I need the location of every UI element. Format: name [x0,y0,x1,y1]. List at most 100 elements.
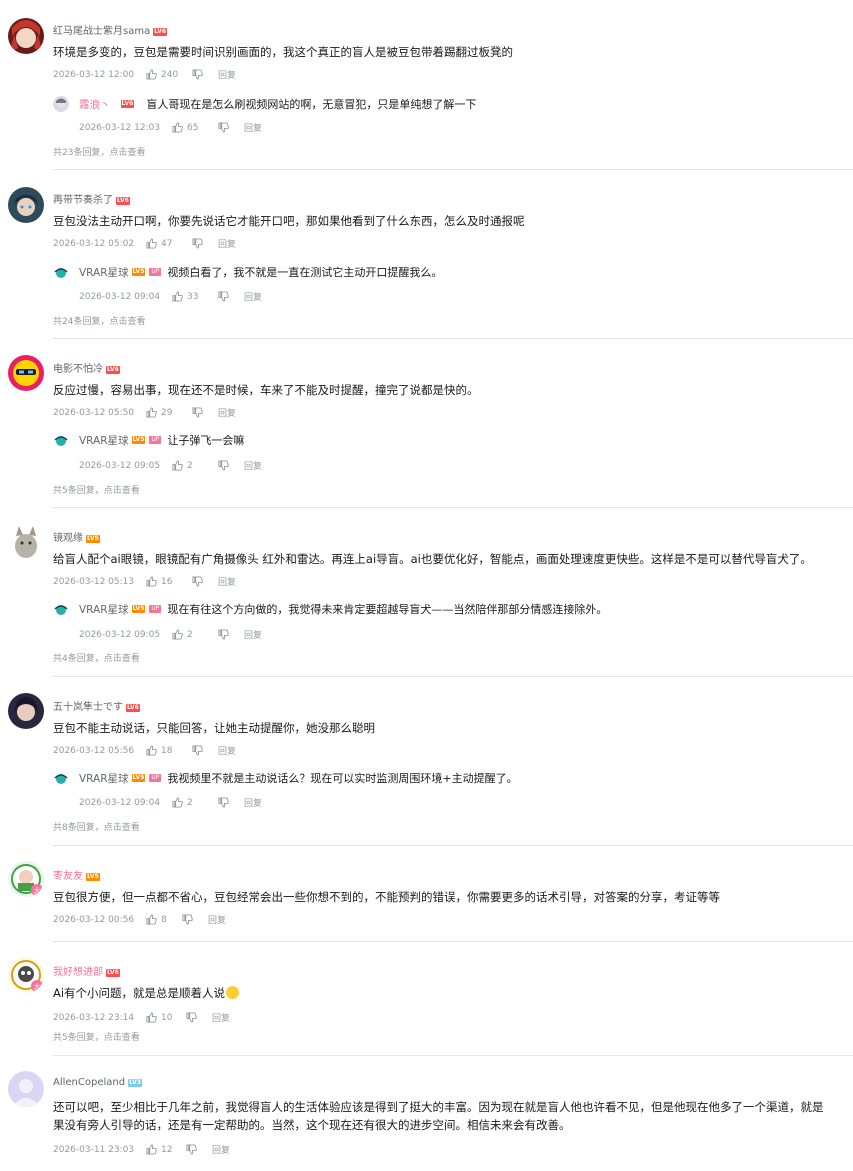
level-badge: LV6 [120,100,135,108]
dislike-button[interactable] [218,460,244,471]
divider [53,676,853,677]
dislike-button[interactable] [218,291,244,302]
reply-button[interactable]: 回复 [244,121,262,134]
like-button[interactable]: 2 [172,629,218,640]
thumbs-up-icon [146,407,157,418]
dislike-button[interactable] [182,914,208,925]
like-button[interactable]: 2 [172,797,218,808]
avatar[interactable] [8,1071,44,1107]
dislike-button[interactable] [218,629,244,640]
thumbs-down-icon [192,238,203,249]
thumbs-up-icon [172,122,183,133]
dislike-button[interactable] [192,576,218,587]
view-more-replies[interactable]: 共8条回复，点击查看 [53,820,140,833]
like-button[interactable]: 2 [172,460,218,471]
svg-text:大: 大 [34,886,41,895]
thumbs-up-icon [172,460,183,471]
like-count: 240 [161,69,179,80]
like-button[interactable]: 33 [172,291,218,302]
reply-button[interactable]: 回复 [244,628,262,641]
divider [53,169,853,170]
reply-button[interactable]: 回复 [218,406,236,419]
reply-username[interactable]: 霧浪丶 [79,97,111,112]
username-text[interactable]: 再带节奏杀了 [53,195,113,206]
reply-button[interactable]: 回复 [218,237,236,250]
username[interactable]: AllenCopeland LV3 [53,1077,142,1088]
username-text[interactable]: 电影不怕冷 [53,364,103,375]
like-button[interactable]: 8 [146,914,182,925]
username[interactable]: 红马尾战士紫月sama LV6 [53,22,168,37]
username-text[interactable]: 五十岚隼士です [53,702,123,713]
comment-text: 豆包没法主动开口啊，你要先说话它才能开口吧，那如果他看到了什么东西，怎么及时通报… [53,214,525,228]
avatar[interactable] [8,524,44,560]
comment-time: 2026-03-12 05:56 [53,745,135,756]
avatar[interactable] [8,693,44,729]
username[interactable]: 镜观缘 LV5 [53,529,100,544]
avatar[interactable] [8,18,44,54]
avatar[interactable] [8,187,44,223]
thumbs-down-icon [192,745,203,756]
avatar[interactable]: 大 [8,957,44,993]
dislike-button[interactable] [186,1012,212,1023]
thumbs-up-icon [146,576,157,587]
like-button[interactable]: 65 [172,122,218,133]
like-button[interactable]: 18 [146,745,192,756]
username[interactable]: 枣友友 LV5 [53,867,100,882]
reply-button[interactable]: 回复 [218,744,236,757]
reply-button[interactable]: 回复 [208,913,226,926]
reply-username[interactable]: VRAR星球 [79,433,129,448]
comment-text-line2: 果没有旁人引导的话，还是有一定帮助的。当然，这个现在还有很大的进步空间。相信未来… [53,1118,571,1132]
reply-button[interactable]: 回复 [212,1143,230,1156]
view-more-replies[interactable]: 共4条回复，点击查看 [53,651,140,664]
dislike-button[interactable] [192,407,218,418]
reply-button[interactable]: 回复 [218,68,236,81]
like-count: 12 [161,1144,173,1155]
reply-line: VRAR星球 LV5 UP 现在有往这个方向做的，我觉得未来肯定要超越导盲犬——… [79,601,607,617]
username-text[interactable]: 我好想进部 [53,967,103,978]
reply-avatar[interactable] [53,96,69,112]
divider [53,845,853,846]
like-button[interactable]: 29 [146,407,192,418]
username[interactable]: 我好想进部 LV6 [53,963,120,978]
like-button[interactable]: 10 [146,1012,186,1023]
thumbs-down-icon [218,629,229,640]
dislike-button[interactable] [192,69,218,80]
reply-button[interactable]: 回复 [218,575,236,588]
username-text[interactable]: 镜观缘 [53,533,83,544]
username-text[interactable]: 红马尾战士紫月sama [53,26,150,37]
like-button[interactable]: 240 [146,69,192,80]
view-more-replies[interactable]: 共23条回复，点击查看 [53,145,145,158]
dislike-button[interactable] [218,797,244,808]
thumbs-up-icon [146,238,157,249]
reply-avatar[interactable] [53,601,69,617]
dislike-button[interactable] [218,122,244,133]
avatar[interactable] [8,355,44,391]
view-more-replies[interactable]: 共5条回复，点击查看 [53,1030,140,1043]
dislike-button[interactable] [192,745,218,756]
username-text[interactable]: AllenCopeland [53,1077,125,1088]
username[interactable]: 五十岚隼士です LV6 [53,698,140,713]
reply-button[interactable]: 回复 [212,1011,230,1024]
like-button[interactable]: 47 [146,238,192,249]
reply-button[interactable]: 回复 [244,459,262,472]
view-more-replies[interactable]: 共5条回复，点击查看 [53,483,140,496]
reply-username[interactable]: VRAR星球 [79,771,129,786]
like-button[interactable]: 16 [146,576,192,587]
dislike-button[interactable] [192,238,218,249]
username[interactable]: 再带节奏杀了 LV6 [53,191,130,206]
reply-username[interactable]: VRAR星球 [79,602,129,617]
reply-button[interactable]: 回复 [244,796,262,809]
like-button[interactable]: 12 [146,1144,186,1155]
dislike-button[interactable] [186,1144,212,1155]
reply-avatar[interactable] [53,432,69,448]
username-text[interactable]: 枣友友 [53,871,83,882]
username[interactable]: 电影不怕冷 LV6 [53,360,120,375]
reply-avatar[interactable] [53,264,69,280]
reply-avatar[interactable] [53,770,69,786]
avatar[interactable]: 大 [8,861,44,897]
level-badge: LV5 [131,605,146,613]
reply-username[interactable]: VRAR星球 [79,265,129,280]
view-more-replies[interactable]: 共24条回复，点击查看 [53,314,145,327]
reply-button[interactable]: 回复 [244,290,262,303]
level-badge: LV5 [86,873,100,881]
